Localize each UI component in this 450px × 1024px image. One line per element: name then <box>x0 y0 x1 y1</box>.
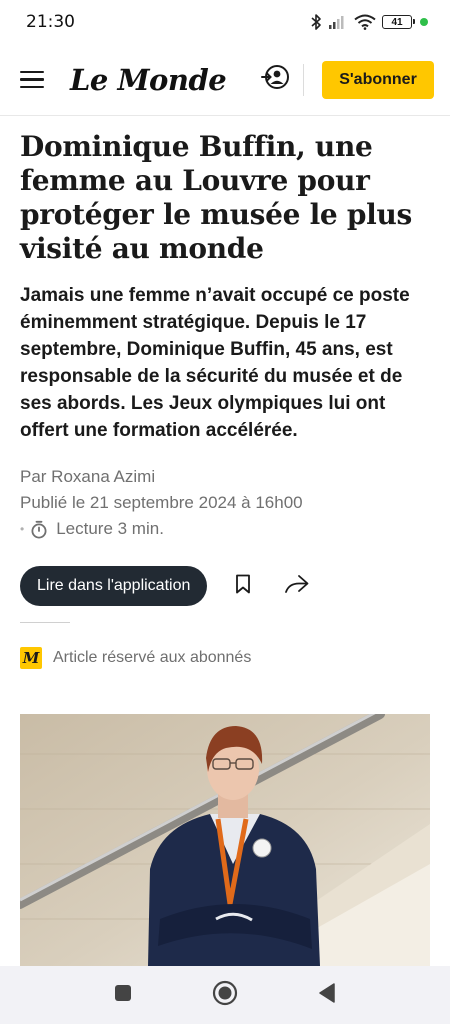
back-button[interactable] <box>307 975 347 1015</box>
author-line: Par Roxana Azimi <box>20 464 430 490</box>
le-monde-m-icon: M <box>20 647 42 669</box>
menu-icon-bar <box>20 78 44 81</box>
reading-time-line: • Lecture 3 min. <box>20 516 430 542</box>
site-header: Le Monde S'abonner <box>0 44 450 116</box>
system-navigation-bar <box>0 966 450 1024</box>
publish-line: Publié le 21 septembre 2024 à 16h00 <box>20 490 430 516</box>
article-headline: Dominique Buffin, une femme au Louvre po… <box>20 130 413 265</box>
menu-icon-bar <box>20 85 44 89</box>
article-page: 21:30 41 Le Monde S'abonner Dominique Bu… <box>0 0 450 1024</box>
bookmark-icon <box>235 574 251 599</box>
article: Dominique Buffin, une femme au Louvre po… <box>20 116 430 669</box>
home-icon <box>212 980 238 1011</box>
back-icon <box>318 982 336 1008</box>
privacy-indicator-dot <box>420 18 428 26</box>
le-monde-logo[interactable]: Le Monde <box>70 63 227 97</box>
reading-time: Lecture 3 min. <box>56 519 164 538</box>
battery-icon: 41 <box>382 15 415 29</box>
header-actions: S'abonner <box>259 60 434 99</box>
author[interactable]: Par Roxana Azimi <box>20 464 155 490</box>
menu-icon-bar <box>20 70 44 74</box>
menu-button[interactable] <box>20 65 50 95</box>
account-button[interactable] <box>259 64 291 96</box>
subscribe-button[interactable]: S'abonner <box>322 60 434 99</box>
article-standfirst: Jamais une femme n’avait occupé ce poste… <box>20 285 410 441</box>
home-button[interactable] <box>205 975 245 1015</box>
article-actions: Lire dans l'application <box>20 566 430 606</box>
account-login-icon <box>261 64 289 95</box>
signal-icon <box>328 14 348 30</box>
divider <box>20 622 70 623</box>
article-photo[interactable] <box>20 714 430 966</box>
recent-apps-icon <box>114 984 132 1007</box>
header-divider <box>303 63 304 96</box>
status-bar: 21:30 41 <box>0 0 450 44</box>
publish-date: Publié le 21 septembre 2024 à 16h00 <box>20 493 303 512</box>
stopwatch-icon <box>30 520 48 539</box>
share-button[interactable] <box>279 568 315 604</box>
status-time: 21:30 <box>26 12 75 32</box>
article-meta: Par Roxana Azimi Publié le 21 septembre … <box>20 464 430 542</box>
subscriber-only-label: Article réservé aux abonnés <box>53 649 252 666</box>
portrait-illustration <box>20 714 430 966</box>
status-icons: 41 <box>310 13 428 31</box>
bullet-icon: • <box>20 522 25 536</box>
bluetooth-icon <box>310 13 322 31</box>
bookmark-button[interactable] <box>225 568 261 604</box>
subscriber-only-notice: M Article réservé aux abonnés <box>20 647 430 669</box>
recent-apps-button[interactable] <box>103 975 143 1015</box>
wifi-icon <box>354 14 376 30</box>
read-in-app-button[interactable]: Lire dans l'application <box>20 566 208 606</box>
share-icon <box>284 574 310 599</box>
